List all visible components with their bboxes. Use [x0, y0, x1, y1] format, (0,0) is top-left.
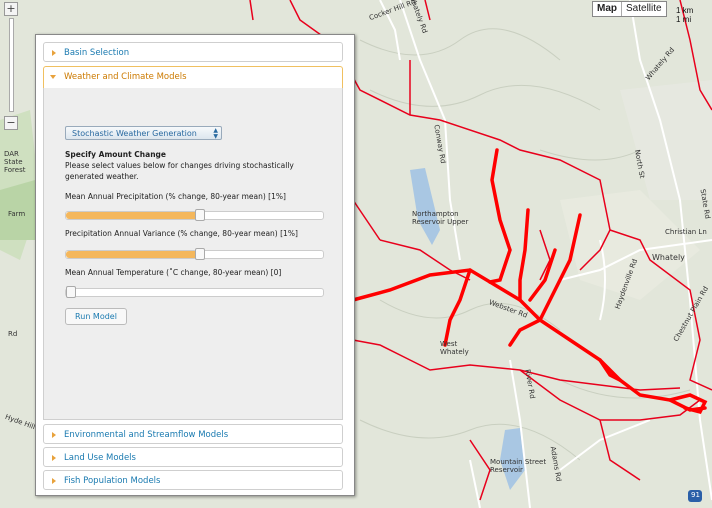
map-label: DAR State Forest	[4, 150, 26, 174]
zoom-out-button[interactable]: −	[4, 116, 18, 130]
triangle-right-icon	[52, 50, 56, 56]
instructions-line-1: Please select values below for changes d…	[65, 161, 294, 170]
accordion-environmental-streamflow[interactable]: Environmental and Streamflow Models	[43, 424, 343, 444]
slider-handle[interactable]	[66, 286, 76, 298]
triangle-down-icon	[50, 75, 56, 79]
zoom-in-button[interactable]: +	[4, 2, 18, 16]
scale-mi: 1 mi	[676, 15, 692, 24]
temperature-slider[interactable]	[65, 286, 324, 298]
slider-label-temperature: Mean Annual Temperature (˚C change, 80-y…	[65, 268, 282, 277]
select-arrows-icon: ▲ ▼	[213, 127, 218, 140]
zoom-slider-track[interactable]	[9, 18, 14, 112]
map-label: Mountain Street Reservoir	[490, 458, 547, 474]
map-type-satellite-button[interactable]: Satellite	[621, 2, 666, 16]
slider-fill	[66, 251, 200, 258]
map-label: Whately	[652, 253, 685, 262]
map-label: Farm	[8, 210, 26, 218]
precip-slider[interactable]	[65, 209, 324, 221]
map-label: Northampton Reservoir Upper	[412, 210, 469, 226]
map-type-control: Map Satellite	[592, 1, 667, 17]
slider-fill	[66, 212, 200, 219]
map-type-map-button[interactable]: Map	[593, 2, 621, 16]
map-label: Rd	[8, 330, 18, 338]
model-panel: Basin Selection Weather and Climate Mode…	[35, 34, 355, 496]
model-type-select[interactable]: Stochastic Weather Generation ▲ ▼	[65, 126, 222, 140]
accordion-label: Environmental and Streamflow Models	[64, 430, 229, 440]
accordion-label: Land Use Models	[64, 453, 136, 463]
accordion-label: Basin Selection	[64, 48, 130, 58]
accordion-fish-population[interactable]: Fish Population Models	[43, 470, 343, 490]
zoom-control: + −	[4, 2, 18, 130]
weather-models-content: Stochastic Weather Generation ▲ ▼ Specify…	[43, 88, 343, 420]
run-model-button[interactable]: Run Model	[65, 308, 127, 325]
scale-km: 1 km	[676, 6, 694, 15]
scale-bar: 1 km 1 mi	[676, 6, 693, 24]
triangle-right-icon	[52, 455, 56, 461]
model-type-value: Stochastic Weather Generation	[72, 129, 197, 138]
accordion-basin-selection[interactable]: Basin Selection	[43, 42, 343, 62]
slider-label-precip: Mean Annual Precipitation (% change, 80-…	[65, 192, 286, 201]
slider-handle[interactable]	[194, 209, 205, 221]
section-heading: Specify Amount Change	[65, 150, 166, 159]
interstate-label: 91	[691, 491, 700, 499]
slider-handle[interactable]	[194, 248, 205, 260]
accordion-land-use[interactable]: Land Use Models	[43, 447, 343, 467]
map-label: Christian Ln	[665, 228, 707, 236]
accordion-weather-climate[interactable]: Weather and Climate Models	[43, 66, 343, 88]
accordion-label: Weather and Climate Models	[64, 72, 187, 82]
triangle-right-icon	[52, 432, 56, 438]
map-label: West Whately	[440, 340, 469, 356]
triangle-right-icon	[52, 478, 56, 484]
variance-slider[interactable]	[65, 248, 324, 260]
slider-label-variance: Precipitation Annual Variance (% change,…	[65, 229, 298, 238]
accordion-label: Fish Population Models	[64, 476, 161, 486]
instructions-line-2: generated weather.	[65, 172, 139, 181]
